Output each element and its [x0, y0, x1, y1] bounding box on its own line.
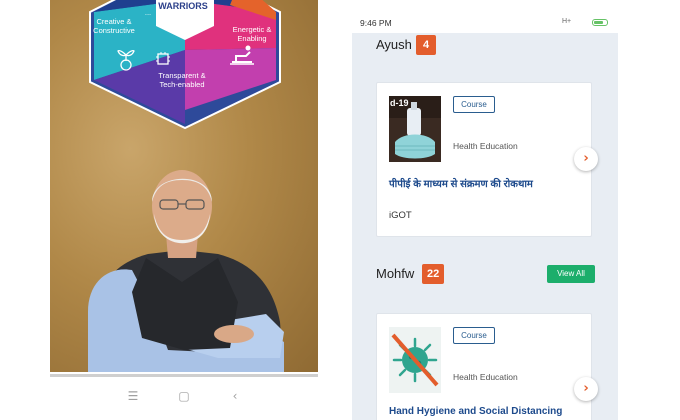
- badge-segment-transparent: Transparent & Tech-enabled: [158, 71, 206, 89]
- screenshot-page: WARRIORS ... Creative & Constructive Ene…: [0, 0, 680, 420]
- home-icon[interactable]: ▢: [174, 386, 194, 406]
- network-type: H+: [562, 18, 572, 25]
- course-title[interactable]: पीपीई के माध्यम से संक्रमण की रोकथाम: [389, 176, 533, 190]
- badge-segment-creative: Creative & Constructive: [93, 17, 135, 35]
- course-type-tag: Course: [453, 96, 495, 113]
- android-nav-bar: ☰ ▢ ‹: [50, 380, 318, 414]
- course-provider: iGOT: [389, 210, 412, 221]
- exercise-icon: [230, 45, 254, 65]
- plant-bulb-icon: [117, 50, 135, 71]
- leader-portrait-image: [88, 170, 284, 372]
- course-thumbnail-virus: [389, 327, 441, 393]
- course-title[interactable]: Hand Hygiene and Social Distancing: [389, 406, 562, 417]
- next-arrow-button[interactable]: ›: [574, 147, 598, 171]
- back-icon[interactable]: ‹: [225, 386, 245, 406]
- section-title-ayush: Ayush: [376, 37, 412, 52]
- bottom-divider: [50, 374, 318, 377]
- course-card-hand-hygiene[interactable]: Course Health Education Hand Hygiene and…: [376, 313, 592, 420]
- badge-title: WARRIORS: [158, 1, 208, 11]
- course-category: Health Education: [453, 372, 518, 382]
- battery-icon: [592, 19, 608, 26]
- splash-screen: WARRIORS ... Creative & Constructive Ene…: [50, 0, 318, 372]
- chip-icon: [156, 52, 170, 65]
- course-card-ppe[interactable]: d-19 Course Health Education पीपीई के मा…: [376, 82, 592, 237]
- badge-top-right-text: ...: [144, 8, 152, 17]
- course-list-screen: 9:46 PM H+ Ayush 4 d-19 Course Health Ed…: [352, 0, 618, 420]
- section-title-mohfw: Mohfw: [376, 266, 415, 281]
- crossed-virus-image: [389, 327, 441, 393]
- course-thumbnail-ppe: d-19: [389, 96, 441, 162]
- course-type-tag: Course: [453, 327, 495, 344]
- status-bar: 9:46 PM H+: [352, 0, 618, 33]
- thumbnail-caption: d-19: [390, 98, 409, 108]
- next-arrow-button[interactable]: ›: [574, 377, 598, 401]
- course-category: Health Education: [453, 141, 518, 151]
- section-count-mohfw: 22: [422, 264, 445, 284]
- status-time: 9:46 PM: [360, 18, 392, 28]
- badge-segment-energetic: Energetic & Enabling: [232, 25, 272, 43]
- menu-icon[interactable]: ☰: [123, 386, 143, 406]
- section-count-ayush: 4: [416, 35, 436, 55]
- view-all-button[interactable]: View All: [547, 265, 595, 283]
